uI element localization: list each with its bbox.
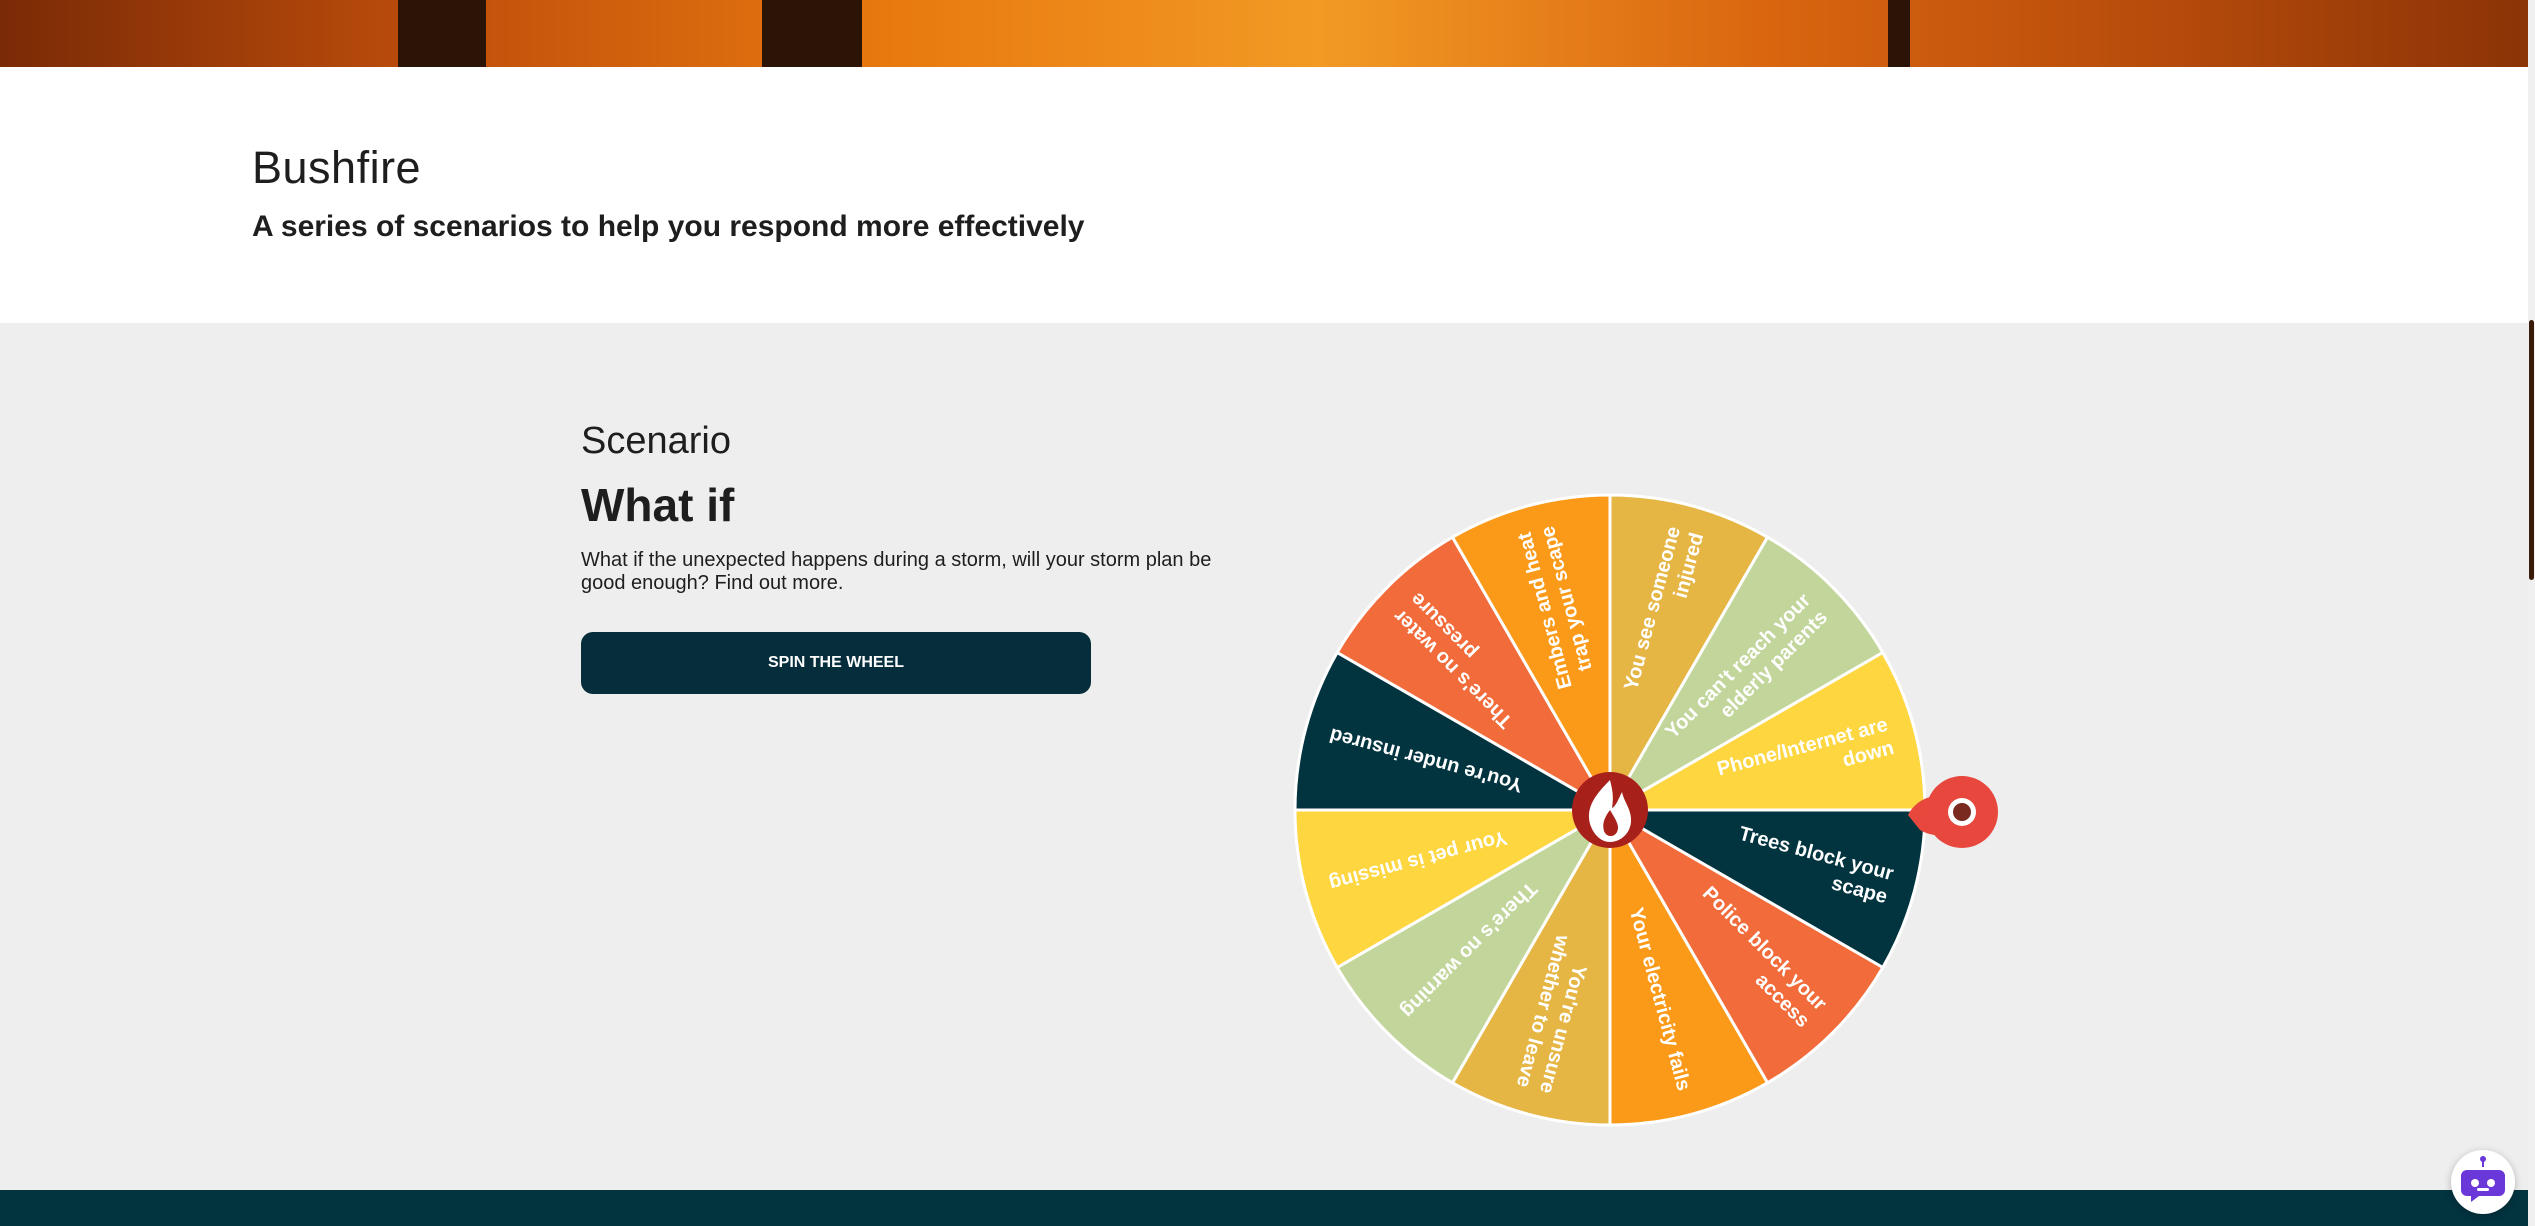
tree-trunk-decoration xyxy=(762,0,862,67)
scenario-description: What if the unexpected happens during a … xyxy=(581,549,1212,594)
scenario-wheel[interactable]: Trees block yourscapePolice block yourac… xyxy=(1290,490,2010,1140)
scenario-eyebrow: Scenario xyxy=(581,420,731,462)
tree-trunk-decoration xyxy=(398,0,486,67)
chatbot-icon xyxy=(2461,1156,2505,1202)
flame-icon xyxy=(1572,772,1648,848)
footer-bar xyxy=(0,1190,2528,1226)
chat-bubble-shape xyxy=(2461,1170,2505,1202)
chatbot-mouth xyxy=(2477,1188,2489,1191)
page-title: Bushfire xyxy=(252,142,422,193)
spin-wheel-button[interactable]: SPIN THE WHEEL xyxy=(581,632,1091,694)
scrollbar-thumb[interactable] xyxy=(2529,320,2534,580)
chatbot-eye-right xyxy=(2487,1179,2495,1187)
scenario-section: Scenario What if What if the unexpected … xyxy=(0,323,2528,1190)
chatbot-eye-left xyxy=(2471,1179,2479,1187)
pointer-pin-dot xyxy=(1953,803,1971,821)
tree-trunk-decoration xyxy=(1888,0,1910,67)
hero-banner xyxy=(0,0,2535,67)
page-subtitle: A series of scenarios to help you respon… xyxy=(252,210,1085,243)
intro-section: Bushfire A series of scenarios to help y… xyxy=(0,67,2528,323)
chatbot-launcher-button[interactable] xyxy=(2451,1150,2515,1214)
antenna-tip xyxy=(2480,1156,2486,1162)
scrollbar-track[interactable] xyxy=(2528,0,2535,1226)
scenario-heading: What if xyxy=(581,479,735,531)
